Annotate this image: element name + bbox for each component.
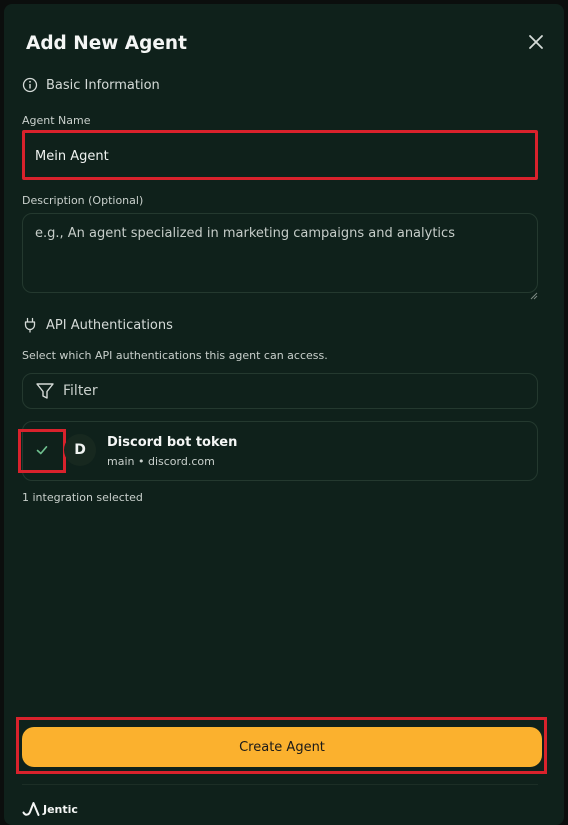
create-agent-button[interactable]: Create Agent xyxy=(22,727,542,767)
plug-icon xyxy=(22,317,38,333)
api-auth-subtitle: Select which API authentications this ag… xyxy=(22,349,328,362)
dialog-title: Add New Agent xyxy=(26,33,187,54)
add-agent-dialog: Add New Agent Basic Information Agent Na… xyxy=(4,4,564,825)
description-label: Description (Optional) xyxy=(22,194,144,207)
agent-name-input[interactable]: Mein Agent xyxy=(22,130,538,180)
selected-count: 1 integration selected xyxy=(22,491,143,504)
resize-handle-icon[interactable] xyxy=(530,285,538,300)
footer-divider xyxy=(22,784,538,785)
check-icon xyxy=(35,442,49,461)
integration-card[interactable] xyxy=(22,421,538,481)
basic-info-heading: Basic Information xyxy=(22,77,160,93)
agent-name-label: Agent Name xyxy=(22,114,91,127)
api-auth-heading-text: API Authentications xyxy=(46,317,173,333)
filter-placeholder: Filter xyxy=(63,383,98,399)
close-icon[interactable] xyxy=(526,32,546,52)
integration-avatar: D xyxy=(64,434,96,466)
filter-input[interactable]: Filter xyxy=(22,373,538,409)
basic-info-heading-text: Basic Information xyxy=(46,77,160,93)
api-auth-heading: API Authentications xyxy=(22,317,173,333)
integration-checkbox[interactable] xyxy=(18,429,66,473)
brand: Jentic xyxy=(22,801,78,817)
description-input[interactable]: e.g., An agent specialized in marketing … xyxy=(22,213,538,293)
integration-subtitle: main • discord.com xyxy=(107,455,215,468)
jentic-logo-icon xyxy=(22,801,40,817)
integration-title: Discord bot token xyxy=(107,435,238,450)
filter-icon xyxy=(35,381,55,401)
brand-name: Jentic xyxy=(43,802,78,816)
info-icon xyxy=(22,77,38,93)
